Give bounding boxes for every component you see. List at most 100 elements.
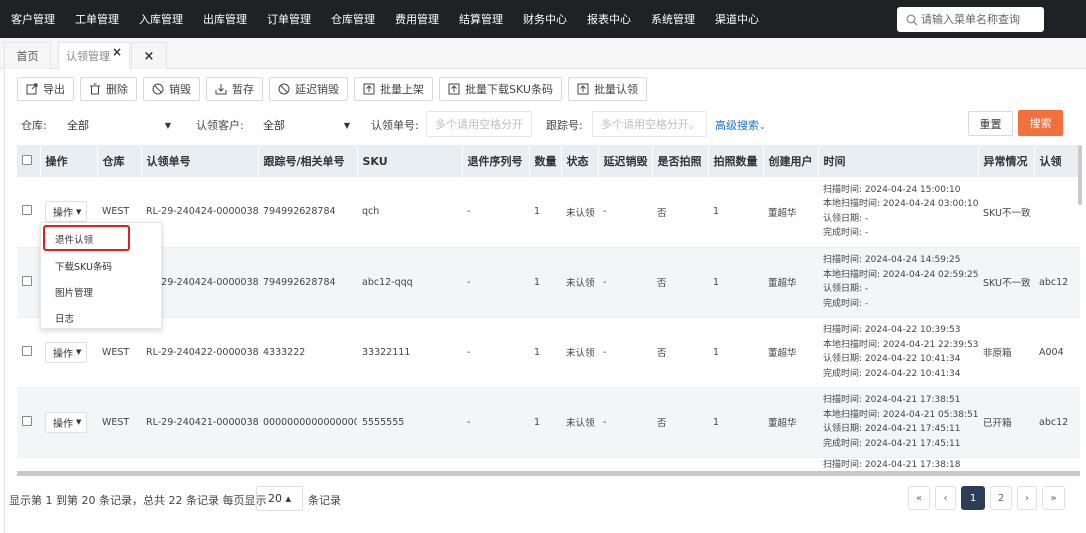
upload-icon <box>363 83 375 95</box>
row-checkbox[interactable] <box>22 345 32 356</box>
col-time: 时间 <box>818 145 979 177</box>
close-icon: × <box>143 48 155 64</box>
claims-table: 操作 仓库 认领单号 跟踪号/相关单号 SKU 退件序列号 数量 状态 延迟销毁… <box>17 145 1080 473</box>
export-button[interactable]: 导出 <box>17 77 74 101</box>
trash-icon <box>90 83 100 95</box>
nav-channel[interactable]: 渠道中心 <box>704 11 768 27</box>
row-operation-button[interactable]: 操作▼ <box>45 411 88 433</box>
col-photo: 是否拍照 <box>652 145 709 177</box>
hold-button[interactable]: 暂存 <box>206 77 263 101</box>
nav-finance[interactable]: 财务中心 <box>512 11 576 27</box>
operation-dropdown-menu: 退件认领 下载SKU条码 图片管理 日志 <box>40 222 162 329</box>
menu-item-download-sku[interactable]: 下载SKU条码 <box>55 259 112 273</box>
col-serial: 退件序列号 <box>462 145 530 177</box>
menu-item-return-claim[interactable]: 退件认领 <box>55 232 93 246</box>
nav-fee[interactable]: 费用管理 <box>384 11 448 27</box>
pagination-summary: 显示第 1 到第 20 条记录，总共 22 条记录 每页显示 <box>9 494 267 507</box>
row-checkbox[interactable] <box>22 415 32 426</box>
col-tracking: 跟踪号/相关单号 <box>258 145 358 177</box>
caret-down-icon: ▼ <box>164 120 171 130</box>
col-photo-qty: 拍照数量 <box>708 145 764 177</box>
nav-inbound[interactable]: 入库管理 <box>128 11 192 27</box>
nav-order[interactable]: 订单管理 <box>256 11 320 27</box>
ban-icon <box>152 83 164 95</box>
col-delay-destroy: 延迟销毁 <box>598 145 653 177</box>
batch-download-sku-button[interactable]: 批量下载SKU条码 <box>439 77 562 101</box>
col-warehouse: 仓库 <box>97 145 142 177</box>
col-status: 状态 <box>561 145 599 177</box>
row-checkbox[interactable] <box>22 205 32 216</box>
search-button[interactable]: 搜索 <box>1018 110 1063 136</box>
prev-page-button[interactable]: ‹ <box>935 486 956 510</box>
nav-report[interactable]: 报表中心 <box>576 11 640 27</box>
filter-bar: 仓库: 全部 ▼ 认领客户: 全部 ▼ 认领单号: 多个请用空格分开 跟踪号: … <box>21 111 1071 137</box>
download-icon <box>215 84 227 95</box>
select-all-checkbox[interactable] <box>22 154 32 165</box>
caret-down-icon: ▼ <box>76 207 82 216</box>
chevron-down-icon: ⌄ <box>759 122 766 131</box>
records-suffix: 条记录 <box>308 494 341 507</box>
tab-home[interactable]: 首页 <box>4 42 51 69</box>
row-checkbox[interactable] <box>22 275 32 286</box>
table-row: 操作 ▼ WEST RL-29-240422-00000383 4333222 3… <box>17 317 1080 388</box>
horizontal-scrollbar[interactable] <box>17 471 1080 476</box>
table-row: 操作 ▼ WEST RL-29-240421-00000382 000000000… <box>17 387 1080 458</box>
nav-outbound[interactable]: 出库管理 <box>192 11 256 27</box>
nav-workorder[interactable]: 工单管理 <box>64 11 128 27</box>
claim-no-input[interactable]: 多个请用空格分开 <box>426 111 532 137</box>
col-qty: 数量 <box>529 145 562 177</box>
col-sku: SKU <box>357 145 463 177</box>
page-1-button[interactable]: 1 <box>961 486 985 510</box>
col-claim: 认领 <box>1034 145 1080 177</box>
advanced-search-link[interactable]: 高级搜索⌄ <box>715 117 766 133</box>
toolbar: 导出 删除 销毁 暂存 延迟销毁 批量上架 批量下载SKU条码 批量认领 <box>17 77 647 101</box>
batch-shelve-button[interactable]: 批量上架 <box>354 77 433 101</box>
vertical-scrollbar[interactable] <box>1078 145 1082 205</box>
last-page-button[interactable]: » <box>1042 486 1065 510</box>
col-claim-no: 认领单号 <box>141 145 259 177</box>
col-user: 创建用户 <box>763 145 819 177</box>
close-all-tabs-button[interactable]: × <box>131 42 167 69</box>
batch-claim-button[interactable]: 批量认领 <box>567 77 647 101</box>
delete-button[interactable]: 删除 <box>80 77 137 101</box>
claim-no-label: 认领单号: <box>371 119 419 132</box>
page-2-button[interactable]: 2 <box>990 486 1012 510</box>
col-exception: 异常情况 <box>978 145 1035 177</box>
caret-down-icon: ▼ <box>76 348 82 356</box>
tab-close-icon[interactable]: × <box>112 45 122 59</box>
row-operation-button[interactable]: 操作▼ <box>45 201 88 223</box>
delay-destroy-button[interactable]: 延迟销毁 <box>269 77 348 101</box>
tracking-label: 跟踪号: <box>546 119 583 132</box>
destroy-button[interactable]: 销毁 <box>143 77 200 101</box>
nav-settlement[interactable]: 结算管理 <box>448 11 512 27</box>
tab-claim-management[interactable]: 认领管理 × <box>58 42 130 69</box>
ban-icon <box>278 83 290 95</box>
first-page-button[interactable]: « <box>908 486 930 510</box>
top-bar: 客户管理 工单管理 入库管理 出库管理 订单管理 仓库管理 费用管理 结算管理 … <box>0 0 1086 38</box>
next-page-button[interactable]: › <box>1017 486 1037 510</box>
client-select[interactable]: 全部 ▼ <box>255 113 358 137</box>
menu-item-log[interactable]: 日志 <box>55 311 74 325</box>
menu-search-input[interactable] <box>921 13 1039 26</box>
row-operation-button[interactable]: 操作▼ <box>45 341 88 363</box>
table-header: 操作 仓库 认领单号 跟踪号/相关单号 SKU 退件序列号 数量 状态 延迟销毁… <box>17 145 1080 177</box>
tracking-input[interactable]: 多个请用空格分开。 <box>592 111 707 137</box>
upload-icon <box>577 83 589 95</box>
tabs-bar: 首页 认领管理 × × <box>0 38 1086 69</box>
caret-down-icon: ▼ <box>76 418 82 426</box>
menu-search[interactable] <box>897 7 1044 32</box>
page-size-select[interactable]: 20 ▴ <box>256 486 303 511</box>
warehouse-label: 仓库: <box>21 119 47 132</box>
menu-item-image-management[interactable]: 图片管理 <box>55 285 93 299</box>
reset-button[interactable]: 重置 <box>968 111 1013 136</box>
table-row: 操作▼ RL-29-240424-00000384 794992628784 a… <box>17 247 1080 318</box>
warehouse-select[interactable]: 全部 ▼ <box>59 113 179 137</box>
upload-icon <box>448 83 460 95</box>
search-icon <box>906 14 918 25</box>
top-nav: 客户管理 工单管理 入库管理 出库管理 订单管理 仓库管理 费用管理 结算管理 … <box>0 0 768 38</box>
nav-system[interactable]: 系统管理 <box>640 11 704 27</box>
table-row: 操作 ▼ WEST RL-29-240424-00000385 794992628… <box>17 177 1080 248</box>
nav-warehouse[interactable]: 仓库管理 <box>320 11 384 27</box>
client-label: 认领客户: <box>196 119 244 132</box>
nav-customer[interactable]: 客户管理 <box>0 11 64 27</box>
